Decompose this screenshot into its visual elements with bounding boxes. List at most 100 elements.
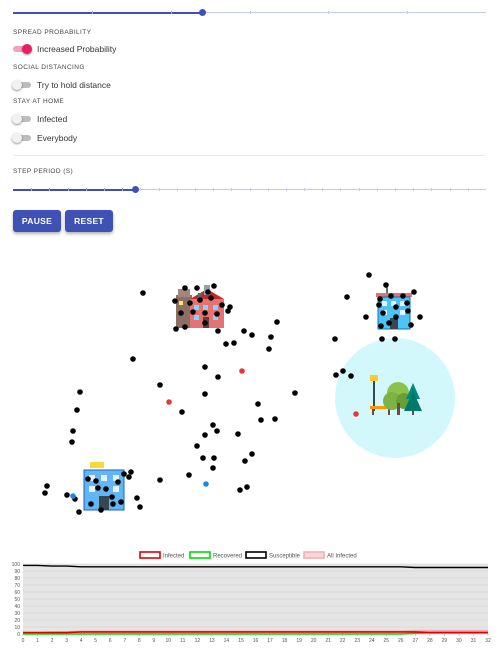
susceptible-agent — [202, 310, 208, 316]
increased-probability-toggle-row[interactable]: Increased Probability — [13, 42, 116, 56]
susceptible-agent — [179, 409, 185, 415]
slider-tick — [31, 188, 33, 191]
susceptible-agent — [223, 341, 229, 347]
slider-tick — [103, 188, 105, 191]
top-slider-thumb[interactable] — [198, 8, 206, 16]
stay-home-infected-toggle[interactable] — [12, 114, 31, 124]
chart-x-tick-label: 23 — [354, 638, 360, 644]
chart-y-tick-label: 0 — [17, 632, 20, 638]
hold-distance-label: Try to hold distance — [37, 80, 111, 90]
slider-tick — [376, 188, 378, 191]
susceptible-agent — [376, 302, 382, 308]
susceptible-agent — [205, 289, 211, 295]
pause-button[interactable]: PAUSE — [13, 210, 61, 232]
legend-swatch — [189, 551, 211, 559]
susceptible-agent — [340, 368, 346, 374]
section-divider — [13, 155, 486, 156]
slider-tick — [194, 188, 196, 191]
legend-swatch — [245, 551, 267, 559]
stay-home-infected-label: Infected — [37, 114, 68, 124]
slider-tick — [413, 188, 415, 191]
chart-x-tick-label: 19 — [296, 638, 302, 644]
stay-at-home-label: STAY AT HOME — [13, 98, 65, 105]
chart-x-tick-label: 9 — [152, 638, 155, 644]
hold-distance-toggle[interactable] — [12, 80, 31, 90]
susceptible-agent — [173, 326, 179, 332]
susceptible-agent — [211, 283, 217, 289]
chart-x-tick-label: 7 — [123, 638, 126, 644]
increased-probability-toggle[interactable] — [13, 44, 32, 54]
susceptible-agent — [249, 332, 255, 338]
legend-swatch — [139, 551, 161, 559]
slider-tick — [85, 188, 87, 191]
susceptible-agent — [214, 428, 220, 434]
slider-tick — [449, 188, 451, 191]
susceptible-agent — [215, 328, 221, 334]
slider-tick — [249, 11, 251, 14]
susceptible-agent — [231, 340, 237, 346]
chart-x-ticks: 0 1 2 3 4 5 6 7 8 9 10 11 12 13 14 15 16 17 18 19 20 21 22 23 24… — [22, 634, 491, 644]
slider-tick — [358, 188, 360, 191]
top-slider-fill — [13, 11, 203, 14]
susceptible-agent — [178, 310, 184, 316]
chart-y-tick-label: 30 — [14, 611, 20, 617]
susceptible-agent — [386, 320, 392, 326]
stay-home-everybody-toggle-row[interactable]: Everybody — [12, 131, 77, 145]
susceptible-agent — [225, 308, 231, 314]
legend-label: Recovered — [213, 554, 242, 560]
legend-swatch — [303, 551, 325, 559]
susceptible-agent — [88, 501, 94, 507]
legend-label: Infected — [163, 554, 184, 560]
susceptible-agent — [126, 474, 132, 480]
top-slider[interactable] — [13, 6, 486, 20]
susceptible-agent — [98, 507, 104, 513]
chart-x-tick-label: 14 — [224, 638, 230, 644]
susceptible-agent — [200, 455, 206, 461]
stay-home-infected-toggle-row[interactable]: Infected — [12, 112, 68, 126]
susceptible-agent — [187, 300, 193, 306]
population-chart: Infected Recovered Susceptible All Infected… — [12, 551, 491, 644]
slider-tick — [49, 188, 51, 191]
susceptible-agent — [348, 373, 354, 379]
chart-x-tick-label: 18 — [282, 638, 288, 644]
susceptible-agent — [292, 390, 298, 396]
susceptible-agent — [255, 401, 261, 407]
chart-x-tick-label: 20 — [311, 638, 317, 644]
chart-x-tick-label: 1 — [36, 638, 39, 644]
susceptible-agent — [202, 364, 208, 370]
slider-tick — [340, 188, 342, 191]
susceptible-agent — [214, 311, 220, 317]
slider-tick — [322, 188, 324, 191]
susceptible-agent — [182, 285, 188, 291]
susceptible-agent — [44, 483, 50, 489]
susceptible-agent — [388, 293, 394, 299]
step-period-thumb[interactable] — [132, 185, 140, 193]
chart-x-tick-label: 10 — [166, 638, 172, 644]
hold-distance-toggle-row[interactable]: Try to hold distance — [12, 78, 111, 92]
slider-tick — [176, 188, 178, 191]
susceptible-agent — [85, 476, 91, 482]
susceptible-agent — [378, 323, 384, 329]
chart-y-tick-label: 80 — [14, 576, 20, 582]
chart-x-tick-label: 22 — [340, 638, 346, 644]
slider-tick — [231, 188, 233, 191]
step-period-slider[interactable] — [13, 183, 486, 197]
social-distancing-label: SOCIAL DISTANCING — [13, 64, 85, 71]
susceptible-agent — [383, 282, 389, 288]
slider-tick — [407, 11, 409, 14]
susceptible-agent — [130, 356, 136, 362]
slider-tick — [395, 188, 397, 191]
susceptible-agent — [118, 499, 124, 505]
simulation-canvas — [42, 272, 455, 515]
chart-y-ticks: 0102030405060708090100 — [12, 562, 21, 638]
chart-x-tick-label: 2 — [51, 638, 54, 644]
slider-tick — [467, 188, 469, 191]
susceptible-agent — [249, 451, 255, 457]
susceptible-agent — [380, 310, 386, 316]
chart-y-tick-label: 10 — [14, 625, 20, 631]
susceptible-agent — [208, 295, 214, 301]
reset-button[interactable]: RESET — [65, 210, 113, 232]
recovered-agent — [203, 481, 209, 487]
susceptible-agent — [140, 290, 146, 296]
stay-home-everybody-toggle[interactable] — [12, 133, 31, 143]
